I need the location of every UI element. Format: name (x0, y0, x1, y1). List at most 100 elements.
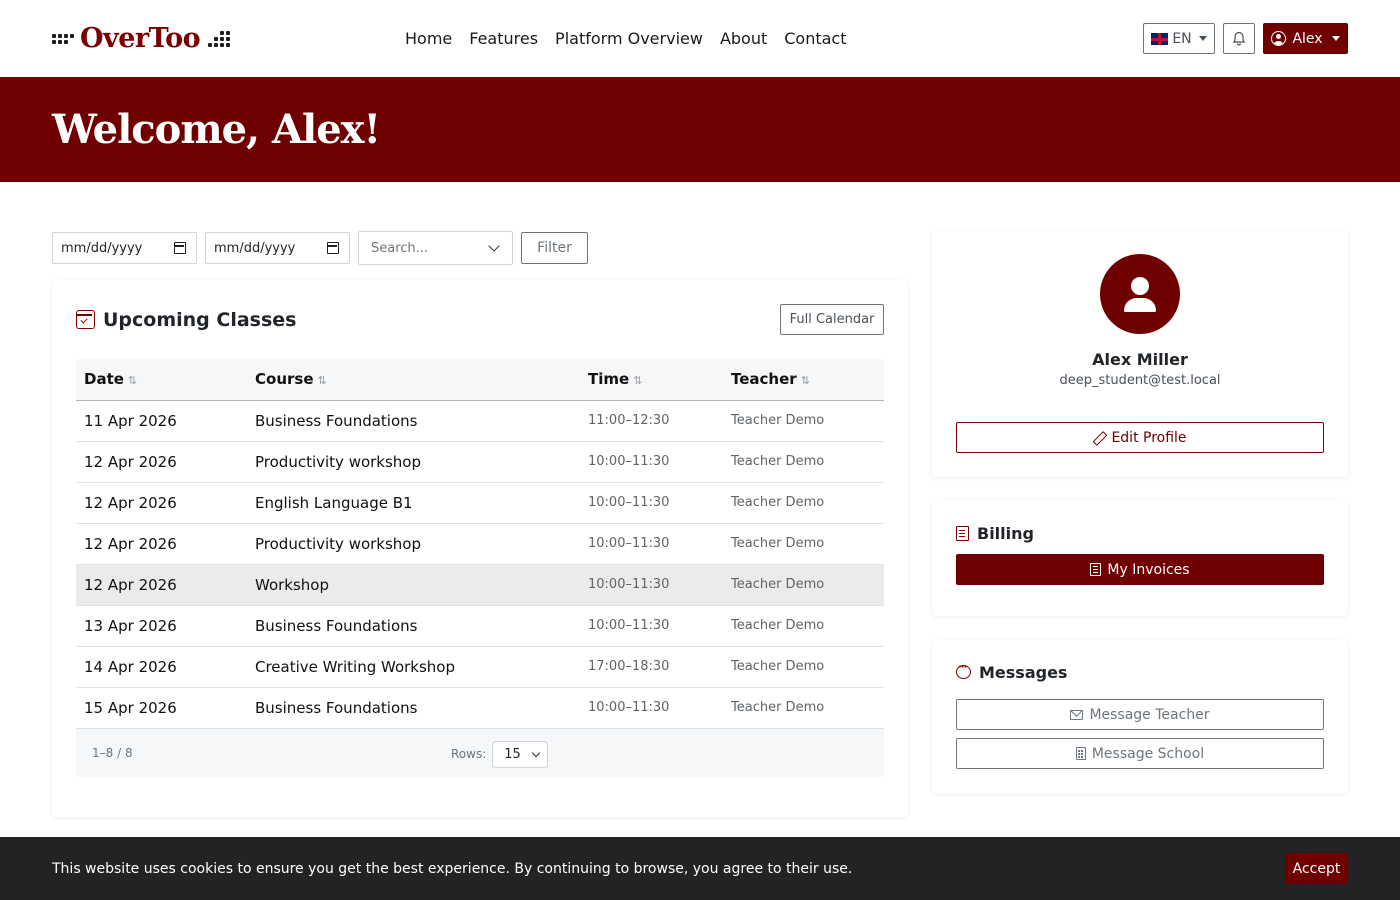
column-header-time[interactable]: Time ⇅ (580, 359, 723, 401)
full-calendar-button[interactable]: Full Calendar (780, 304, 884, 335)
cell-time: 10:00–11:30 (580, 605, 723, 647)
date-to-value: mm/dd/yyyy (214, 240, 296, 256)
cell-date: 11 Apr 2026 (76, 400, 247, 442)
cell-teacher: Teacher Demo (723, 605, 884, 647)
date-from-value: mm/dd/yyyy (61, 240, 143, 256)
billing-title: Billing (956, 524, 1324, 543)
table-row[interactable]: 11 Apr 2026 Business Foundations 11:00–12:… (76, 400, 884, 442)
message-school-button[interactable]: Message School (956, 738, 1324, 769)
uk-flag-icon (1151, 32, 1169, 45)
cell-time: 11:00–12:30 (580, 400, 723, 442)
calendar-icon[interactable] (327, 242, 339, 254)
nav-link-features[interactable]: Features (469, 29, 538, 48)
card-title: Upcoming Classes (76, 309, 297, 331)
cell-teacher: Teacher Demo (723, 441, 884, 483)
billing-card: Billing My Invoices (932, 500, 1348, 616)
pagination-range: 1–8 / 8 (92, 745, 133, 760)
filter-bar: mm/dd/yyyy mm/dd/yyyy Search... Filter (52, 231, 908, 265)
cell-time: 10:00–11:30 (580, 523, 723, 565)
nav-link-home[interactable]: Home (405, 29, 452, 48)
upcoming-classes-title: Upcoming Classes (103, 308, 297, 331)
table-row[interactable]: 12 Apr 2026 English Language B1 10:00–11:3… (76, 482, 884, 524)
nav-link-about[interactable]: About (720, 29, 767, 48)
message-teacher-label: Message Teacher (1089, 706, 1210, 723)
edit-profile-label: Edit Profile (1111, 429, 1187, 446)
bell-icon (1232, 31, 1246, 46)
cell-teacher: Teacher Demo (723, 523, 884, 565)
search-select[interactable]: Search... (358, 231, 513, 265)
receipt-icon (956, 525, 969, 541)
user-menu-button[interactable]: Alex (1263, 23, 1348, 54)
cell-date: 12 Apr 2026 (76, 564, 247, 606)
pencil-icon (1093, 432, 1105, 444)
cell-course: Business Foundations (247, 400, 580, 442)
cell-course: Business Foundations (247, 687, 580, 729)
my-invoices-button[interactable]: My Invoices (956, 554, 1324, 585)
table-row[interactable]: 12 Apr 2026 Productivity workshop 10:00–11… (76, 523, 884, 565)
cell-course: English Language B1 (247, 482, 580, 524)
nav-link-platform-overview[interactable]: Platform Overview (555, 29, 703, 48)
sort-icon: ⇅ (127, 374, 138, 388)
table-row[interactable]: 15 Apr 2026 Business Foundations 10:00–11:… (76, 687, 884, 729)
rows-value: 15 (504, 746, 521, 762)
logo-text: OverToo (80, 23, 201, 54)
cell-course: Business Foundations (247, 605, 580, 647)
cell-time: 10:00–11:30 (580, 482, 723, 524)
date-from-input[interactable]: mm/dd/yyyy (52, 232, 197, 264)
column-header-course[interactable]: Course ⇅ (247, 359, 580, 401)
cell-course: Workshop (247, 564, 580, 606)
accept-cookies-button[interactable]: Accept (1285, 853, 1348, 884)
language-dropdown[interactable]: EN (1143, 23, 1215, 54)
profile-card: Alex Miller deep_student@test.local Edit… (932, 231, 1348, 477)
column-header-teacher[interactable]: Teacher ⇅ (723, 359, 884, 401)
envelope-icon (1070, 709, 1084, 720)
classes-table: Date ⇅ Course ⇅ Time ⇅ Teacher ⇅ 11 Apr 2026… (76, 359, 884, 729)
chevron-down-icon (532, 748, 541, 757)
logo-dots-icon (52, 33, 74, 44)
my-invoices-label: My Invoices (1107, 561, 1190, 578)
cell-date: 12 Apr 2026 (76, 482, 247, 524)
table-header-row: Date ⇅ Course ⇅ Time ⇅ Teacher ⇅ (76, 359, 884, 401)
cell-course: Productivity workshop (247, 441, 580, 483)
table-row[interactable]: 12 Apr 2026 Workshop 10:00–11:30 Teacher De… (76, 564, 884, 606)
search-placeholder: Search... (371, 240, 429, 256)
cell-teacher: Teacher Demo (723, 646, 884, 688)
cell-course: Creative Writing Workshop (247, 646, 580, 688)
profile-email: deep_student@test.local (1059, 373, 1221, 388)
chevron-down-icon (488, 240, 500, 252)
sort-icon: ⇅ (633, 374, 643, 388)
cell-date: 12 Apr 2026 (76, 523, 247, 565)
filter-button[interactable]: Filter (521, 232, 588, 264)
logo[interactable]: OverToo (52, 23, 231, 54)
chat-icon (956, 662, 971, 679)
logo-dots-icon (208, 30, 231, 47)
messages-card: Messages Message Teacher Message School (932, 640, 1348, 794)
message-school-label: Message School (1091, 745, 1205, 762)
card-header: Upcoming Classes Full Calendar (76, 304, 884, 335)
rows-per-page: Rows: 15 (451, 740, 549, 768)
edit-profile-button[interactable]: Edit Profile (956, 422, 1324, 453)
cell-teacher: Teacher Demo (723, 482, 884, 524)
cell-time: 10:00–11:30 (580, 687, 723, 729)
table-row[interactable]: 12 Apr 2026 Productivity workshop 10:00–11… (76, 441, 884, 483)
messages-title: Messages (956, 662, 1324, 682)
page-title: Welcome, Alex! (52, 106, 381, 153)
nav-link-contact[interactable]: Contact (784, 29, 846, 48)
notifications-button[interactable] (1223, 23, 1255, 54)
cell-teacher: Teacher Demo (723, 564, 884, 606)
language-label: EN (1172, 30, 1192, 47)
table-row[interactable]: 13 Apr 2026 Business Foundations 10:00–11:… (76, 605, 884, 647)
column-header-date[interactable]: Date ⇅ (76, 359, 247, 401)
cell-course: Productivity workshop (247, 523, 580, 565)
cell-date: 13 Apr 2026 (76, 605, 247, 647)
rows-per-page-select[interactable]: 15 (492, 740, 549, 768)
table-row[interactable]: 14 Apr 2026 Creative Writing Workshop 17:0… (76, 646, 884, 688)
avatar (1100, 254, 1180, 334)
date-to-input[interactable]: mm/dd/yyyy (205, 232, 350, 264)
upcoming-classes-card: Upcoming Classes Full Calendar Date ⇅ Cou… (52, 280, 908, 817)
calendar-icon[interactable] (174, 242, 186, 254)
cell-time: 10:00–11:30 (580, 564, 723, 606)
message-teacher-button[interactable]: Message Teacher (956, 699, 1324, 730)
user-circle-icon (1271, 31, 1287, 46)
caret-down-icon (1198, 36, 1207, 41)
